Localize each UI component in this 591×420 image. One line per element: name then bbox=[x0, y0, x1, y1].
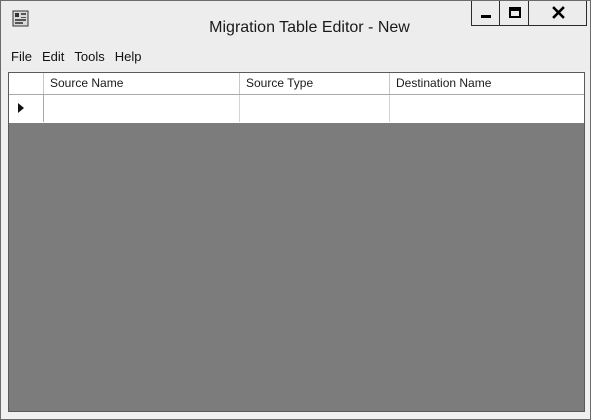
close-button[interactable] bbox=[528, 1, 587, 26]
column-header-source-name[interactable]: Source Name bbox=[44, 73, 240, 94]
close-icon bbox=[552, 6, 565, 19]
cell-source-name[interactable] bbox=[44, 95, 240, 122]
cell-destination-name[interactable] bbox=[390, 95, 584, 122]
menu-file[interactable]: File bbox=[6, 47, 37, 67]
table-row[interactable] bbox=[9, 95, 584, 123]
minimize-icon bbox=[481, 15, 491, 18]
cell-source-type[interactable] bbox=[240, 95, 390, 122]
menu-help[interactable]: Help bbox=[110, 47, 147, 67]
menu-tools[interactable]: Tools bbox=[69, 47, 109, 67]
migration-table-grid[interactable]: Source Name Source Type Destination Name bbox=[8, 72, 585, 412]
minimize-button[interactable] bbox=[471, 1, 500, 26]
maximize-button[interactable] bbox=[499, 1, 529, 26]
title-bar[interactable]: Migration Table Editor - New bbox=[1, 1, 590, 43]
menu-edit[interactable]: Edit bbox=[37, 47, 69, 67]
row-header-cell[interactable] bbox=[9, 95, 44, 122]
maximize-icon bbox=[509, 7, 521, 18]
menu-bar: File Edit Tools Help bbox=[1, 43, 590, 71]
column-header-source-type[interactable]: Source Type bbox=[240, 73, 390, 94]
grid-corner-cell[interactable] bbox=[9, 73, 44, 94]
grid-header-row: Source Name Source Type Destination Name bbox=[9, 73, 584, 95]
current-row-arrow-icon bbox=[18, 103, 24, 113]
migration-table-editor-window: Migration Table Editor - New File Edit T… bbox=[0, 0, 591, 420]
column-header-destination-name[interactable]: Destination Name bbox=[390, 73, 584, 94]
